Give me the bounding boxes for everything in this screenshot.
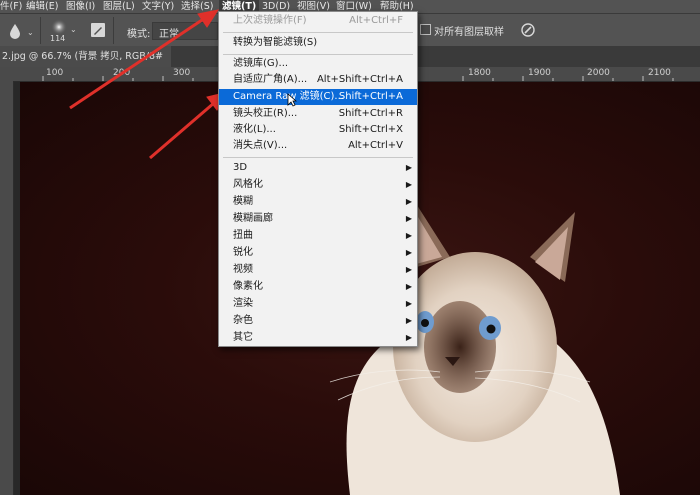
menu-item-blur-gallery[interactable]: 模糊画廊 ▶ <box>219 211 417 227</box>
menu-item-label: 滤镜库(G)... <box>233 58 289 69</box>
menu-item-label: 像素化 <box>233 281 263 292</box>
chevron-right-icon: ▶ <box>405 299 412 308</box>
menu-item-other[interactable]: 其它 ▶ <box>219 330 417 346</box>
menu-item-label: 其它 <box>233 332 253 343</box>
chevron-right-icon: ▶ <box>405 333 412 342</box>
menu-item-vanishing-point[interactable]: 消失点(V)... Alt+Ctrl+V <box>219 138 417 154</box>
menu-item-stylize[interactable]: 风格化 ▶ <box>219 177 417 193</box>
menu-separator <box>223 32 413 33</box>
chevron-right-icon: ▶ <box>405 282 412 291</box>
menu-item-adaptive-wide-angle[interactable]: 自适应广角(A)... Alt+Shift+Ctrl+A <box>219 72 417 88</box>
menu-item-label: 转换为智能滤镜(S) <box>233 37 318 48</box>
menu-separator <box>223 54 413 55</box>
menu-item-label: 上次滤镜操作(F) <box>233 15 307 26</box>
menu-item-label: 模糊画廊 <box>233 213 273 224</box>
chevron-right-icon: ▶ <box>405 180 412 189</box>
menu-item-render[interactable]: 渲染 ▶ <box>219 296 417 312</box>
menu-item-noise[interactable]: 杂色 ▶ <box>219 313 417 329</box>
chevron-right-icon: ▶ <box>405 197 412 206</box>
menu-item-label: 3D <box>233 162 248 173</box>
filter-menu: 上次滤镜操作(F) Alt+Ctrl+F 转换为智能滤镜(S) 滤镜库(G)..… <box>218 11 418 347</box>
menu-item-sharpen[interactable]: 锐化 ▶ <box>219 245 417 261</box>
menu-item-label: 视频 <box>233 264 253 275</box>
menu-item-shortcut: Shift+Ctrl+R <box>338 108 403 119</box>
menu-item-label: 自适应广角(A)... <box>233 74 308 85</box>
chevron-right-icon: ▶ <box>405 163 412 172</box>
menu-separator <box>223 157 413 158</box>
menu-item-filter-gallery[interactable]: 滤镜库(G)... <box>219 56 417 72</box>
menu-item-3d[interactable]: 3D ▶ <box>219 160 417 176</box>
menu-item-label: 扭曲 <box>233 230 253 241</box>
menu-item-pixelate[interactable]: 像素化 ▶ <box>219 279 417 295</box>
menu-item-label: 模糊 <box>233 196 253 207</box>
menu-item-distort[interactable]: 扭曲 ▶ <box>219 228 417 244</box>
menu-item-shortcut: Alt+Ctrl+F <box>349 15 403 26</box>
arrow-cursor-icon <box>287 93 297 107</box>
menu-item-last-filter: 上次滤镜操作(F) Alt+Ctrl+F <box>219 13 417 29</box>
menu-item-label: 风格化 <box>233 179 263 190</box>
menu-item-convert-smart-filter[interactable]: 转换为智能滤镜(S) <box>219 35 417 51</box>
menu-item-label: 消失点(V)... <box>233 140 288 151</box>
chevron-right-icon: ▶ <box>405 231 412 240</box>
menu-item-camera-raw-filter[interactable]: Camera Raw 滤镜(C)... Shift+Ctrl+A <box>219 89 417 105</box>
menu-item-shortcut: Alt+Shift+Ctrl+A <box>316 74 403 85</box>
menu-item-video[interactable]: 视频 ▶ <box>219 262 417 278</box>
menu-item-shortcut: Shift+Ctrl+A <box>338 91 403 102</box>
menu-item-label: 液化(L)... <box>233 124 276 135</box>
menu-item-blur[interactable]: 模糊 ▶ <box>219 194 417 210</box>
menu-item-liquify[interactable]: 液化(L)... Shift+Ctrl+X <box>219 122 417 138</box>
menu-item-label: 镜头校正(R)... <box>233 108 298 119</box>
menu-item-shortcut: Alt+Ctrl+V <box>348 140 403 151</box>
chevron-right-icon: ▶ <box>405 265 412 274</box>
menu-item-label: 杂色 <box>233 315 253 326</box>
menu-item-label: 渲染 <box>233 298 253 309</box>
menu-item-lens-correction[interactable]: 镜头校正(R)... Shift+Ctrl+R <box>219 106 417 122</box>
chevron-right-icon: ▶ <box>405 214 412 223</box>
menu-item-label: 锐化 <box>233 247 253 258</box>
chevron-right-icon: ▶ <box>405 248 412 257</box>
menu-item-shortcut: Shift+Ctrl+X <box>338 124 403 135</box>
chevron-right-icon: ▶ <box>405 316 412 325</box>
